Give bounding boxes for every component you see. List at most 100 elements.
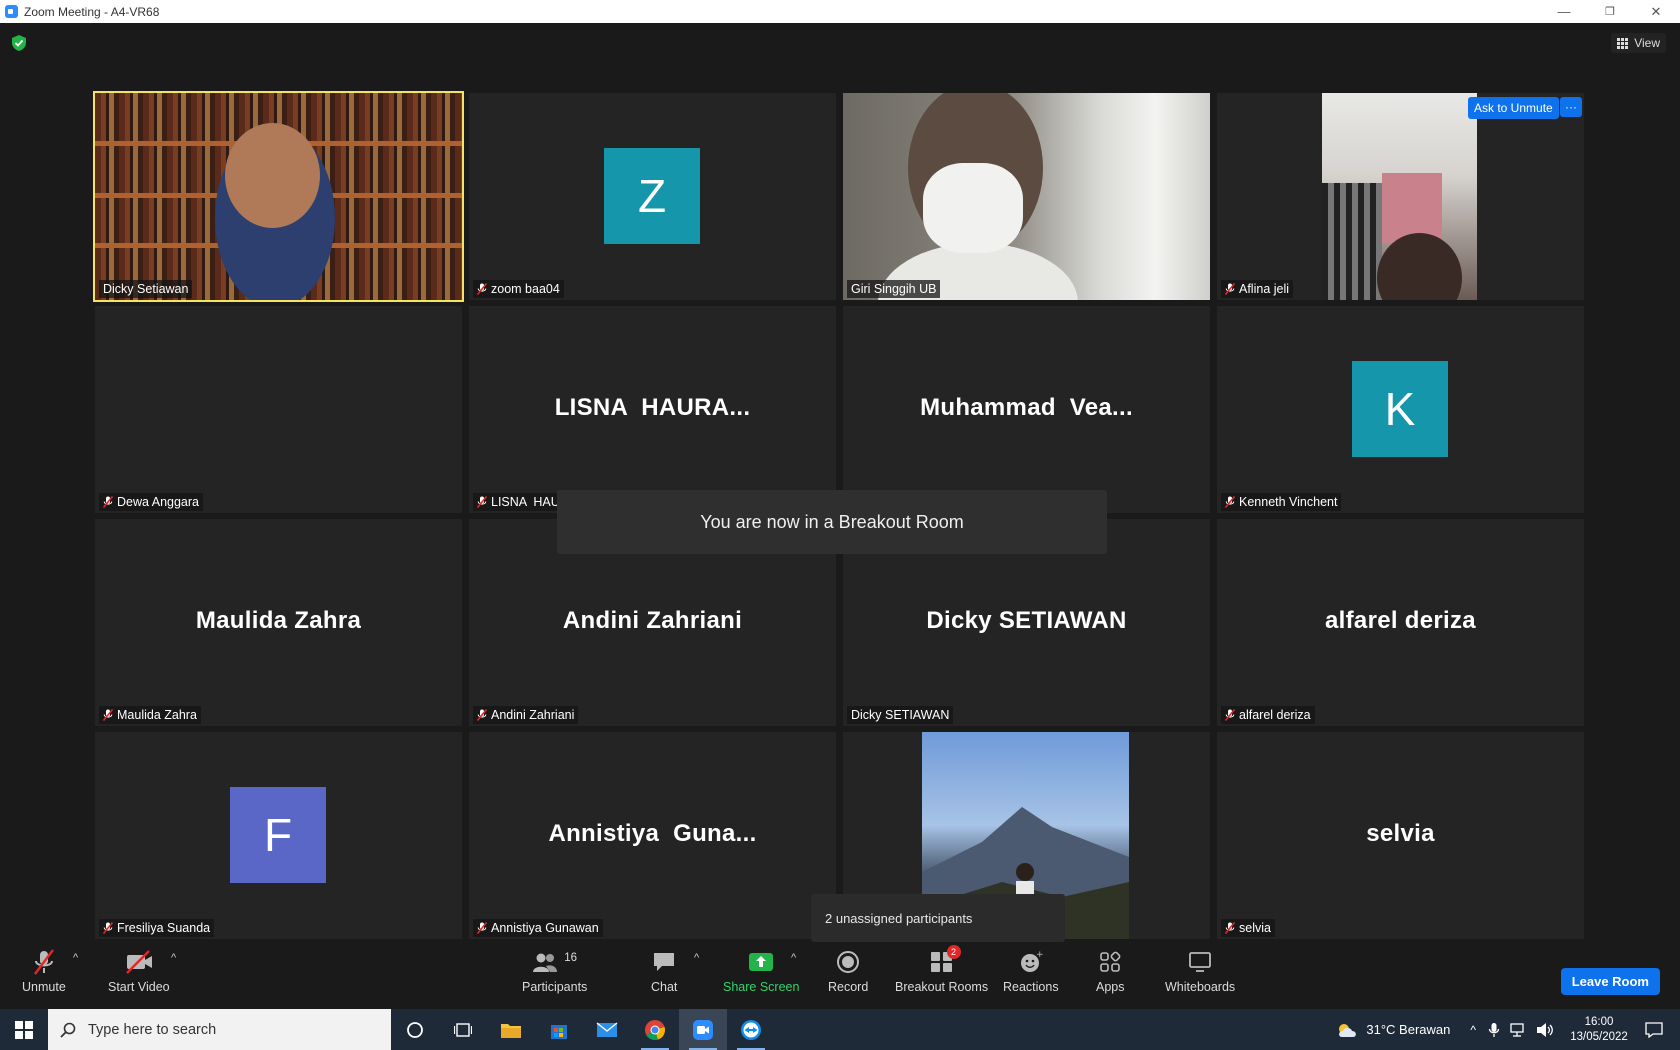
chat-label: Chat xyxy=(651,980,678,994)
volume-icon[interactable] xyxy=(1536,1022,1554,1038)
cortana-button[interactable] xyxy=(391,1009,439,1050)
participant-display-name: LISNA HAURA... xyxy=(554,394,751,421)
participant-video xyxy=(843,93,1210,300)
share-options-chevron-icon[interactable]: ^ xyxy=(791,952,796,964)
restore-button[interactable]: ❐ xyxy=(1587,0,1633,23)
security-shield-icon[interactable] xyxy=(12,35,26,51)
participant-tile-lisna-haura[interactable]: LISNA HAURA... LISNA HAURA NISSA xyxy=(469,306,836,513)
participant-name-label: Annistiya Gunawan xyxy=(473,919,603,937)
participant-tile-giri-singgih[interactable]: Giri Singgih UB xyxy=(843,93,1210,300)
participant-name-label: Dicky SETIAWAN xyxy=(847,706,954,724)
participant-display-name: Annistiya Guna... xyxy=(548,820,757,847)
breakout-rooms-button[interactable]: 2 Breakout Rooms xyxy=(895,945,989,994)
microsoft-store-app[interactable] xyxy=(535,1009,583,1050)
leave-room-button[interactable]: Leave Room xyxy=(1560,968,1660,995)
apps-label: Apps xyxy=(1096,980,1125,994)
muted-microphone-icon xyxy=(1225,496,1235,508)
minimize-button[interactable]: — xyxy=(1541,0,1587,23)
muted-microphone-icon xyxy=(1225,922,1235,934)
participant-tile-dicky-setiawan[interactable]: Dicky Setiawan xyxy=(93,91,464,302)
participants-icon xyxy=(533,953,558,972)
chrome-app[interactable] xyxy=(631,1009,679,1050)
participant-tile-maulida-zahra[interactable]: Maulida Zahra Maulida Zahra xyxy=(95,519,462,726)
participant-display-name: Maulida Zahra xyxy=(195,607,362,634)
participant-name: Aflina jeli xyxy=(1239,282,1290,296)
participant-name-label: Andini Zahriani xyxy=(473,706,579,724)
microphone-tray-icon[interactable] xyxy=(1488,1022,1500,1038)
participant-tile-selvia[interactable]: selvia selvia xyxy=(1217,732,1584,939)
whiteboard-icon xyxy=(1189,952,1211,972)
ask-to-unmute-button[interactable]: Ask to Unmute xyxy=(1468,97,1559,119)
muted-microphone-icon xyxy=(477,709,487,721)
system-tray: 31°C Berawan ^ 16:00 13/05/2022 xyxy=(1336,1009,1680,1050)
taskbar-search-box[interactable]: Type here to search xyxy=(48,1009,391,1050)
start-video-label: Start Video xyxy=(108,980,170,994)
microphone-muted-icon xyxy=(33,949,54,975)
participant-avatar: Z xyxy=(604,148,700,244)
participant-tile-fresiliya-suanda[interactable]: F Fresiliya Suanda xyxy=(95,732,462,939)
reactions-button[interactable]: + Reactions xyxy=(1003,948,1059,994)
clock-time: 16:00 xyxy=(1584,1015,1614,1028)
notifications-icon[interactable] xyxy=(1644,1021,1664,1039)
window-titlebar: Zoom Meeting - A4-VR68 — ❐ ✕ xyxy=(0,0,1680,23)
share-screen-button[interactable]: Share Screen xyxy=(723,948,799,994)
participant-tile-dewa-anggara[interactable]: Dewa Anggara xyxy=(95,306,462,513)
search-placeholder: Type here to search xyxy=(88,1021,217,1038)
audio-options-chevron-icon[interactable]: ^ xyxy=(73,952,78,964)
record-button[interactable]: Record xyxy=(828,948,868,994)
participant-name: Maulida Zahra xyxy=(117,708,197,722)
windows-start-button[interactable] xyxy=(0,1009,48,1050)
start-video-button[interactable]: Start Video xyxy=(108,948,170,994)
record-icon xyxy=(837,951,860,973)
close-button[interactable]: ✕ xyxy=(1633,0,1679,23)
share-screen-icon xyxy=(749,953,774,971)
taskbar-clock[interactable]: 16:00 13/05/2022 xyxy=(1564,1015,1634,1045)
folder-icon xyxy=(501,1023,521,1038)
participant-tile-muhammad-vearell[interactable]: Muhammad Vea...Muhammad Vearell Ramadhan xyxy=(843,306,1210,513)
network-icon[interactable] xyxy=(1510,1022,1528,1038)
show-hidden-icons-chevron-icon[interactable]: ^ xyxy=(1470,1023,1476,1037)
participant-tile-kenneth-vinchent[interactable]: K Kenneth Vinchent xyxy=(1217,306,1584,513)
participant-video xyxy=(95,93,462,300)
participant-name: Kenneth Vinchent xyxy=(1239,495,1338,509)
task-view-button[interactable] xyxy=(439,1009,487,1050)
weather-text[interactable]: 31°C Berawan xyxy=(1366,1022,1450,1037)
mail-app[interactable] xyxy=(583,1009,631,1050)
apps-button[interactable]: Apps xyxy=(1096,948,1125,994)
zoom-icon xyxy=(693,1019,713,1040)
participant-name: Giri Singgih UB xyxy=(851,282,937,296)
chat-options-chevron-icon[interactable]: ^ xyxy=(694,952,699,964)
zoom-app[interactable] xyxy=(679,1009,727,1050)
muted-microphone-icon xyxy=(477,922,487,934)
unmute-label: Unmute xyxy=(22,980,66,994)
participant-name-label: alfarel deriza xyxy=(1221,706,1315,724)
tile-more-options-button[interactable]: ··· xyxy=(1560,97,1582,117)
participants-button[interactable]: 16 Participants xyxy=(522,948,587,994)
breakout-rooms-label: Breakout Rooms xyxy=(895,980,989,994)
participant-name: Fresiliya Suanda xyxy=(117,921,211,935)
whiteboards-button[interactable]: Whiteboards xyxy=(1165,948,1235,994)
participants-count: 16 xyxy=(564,952,578,964)
participant-tile-annistiya-gunawan[interactable]: Annistiya Guna... Annistiya Gunawan xyxy=(469,732,836,939)
cortana-circle-icon xyxy=(407,1021,423,1038)
file-explorer-app[interactable] xyxy=(487,1009,535,1050)
chat-button[interactable]: Chat xyxy=(651,948,677,994)
unmute-button[interactable]: Unmute xyxy=(22,948,66,994)
participant-display-name: Muhammad Vea... xyxy=(920,394,1133,421)
participant-name: selvia xyxy=(1239,921,1271,935)
windows-taskbar: Type here to search 31°C Berawan ^ 16:00… xyxy=(0,1009,1680,1050)
muted-microphone-icon xyxy=(1225,709,1235,721)
participant-tile-zoom-baa04[interactable]: Zzoom baa04 xyxy=(469,93,836,300)
teamviewer-app[interactable] xyxy=(727,1009,775,1050)
participant-tile-alfarel-deriza[interactable]: alfarel deriza alfarel deriza xyxy=(1217,519,1584,726)
view-button[interactable]: View xyxy=(1611,33,1666,53)
participant-name-label: Fresiliya Suanda xyxy=(99,919,215,937)
participant-name: Dicky SETIAWAN xyxy=(851,708,950,722)
task-view-icon xyxy=(454,1022,472,1037)
participant-tile-aflina-jeli[interactable]: Aflina jeli xyxy=(1217,93,1584,300)
video-options-chevron-icon[interactable]: ^ xyxy=(171,952,176,964)
weather-cloud-icon[interactable] xyxy=(1336,1021,1360,1039)
unassigned-participants-tooltip: 2 unassigned participants xyxy=(811,894,1065,950)
clock-date: 13/05/2022 xyxy=(1570,1030,1628,1043)
muted-microphone-icon xyxy=(103,922,113,934)
